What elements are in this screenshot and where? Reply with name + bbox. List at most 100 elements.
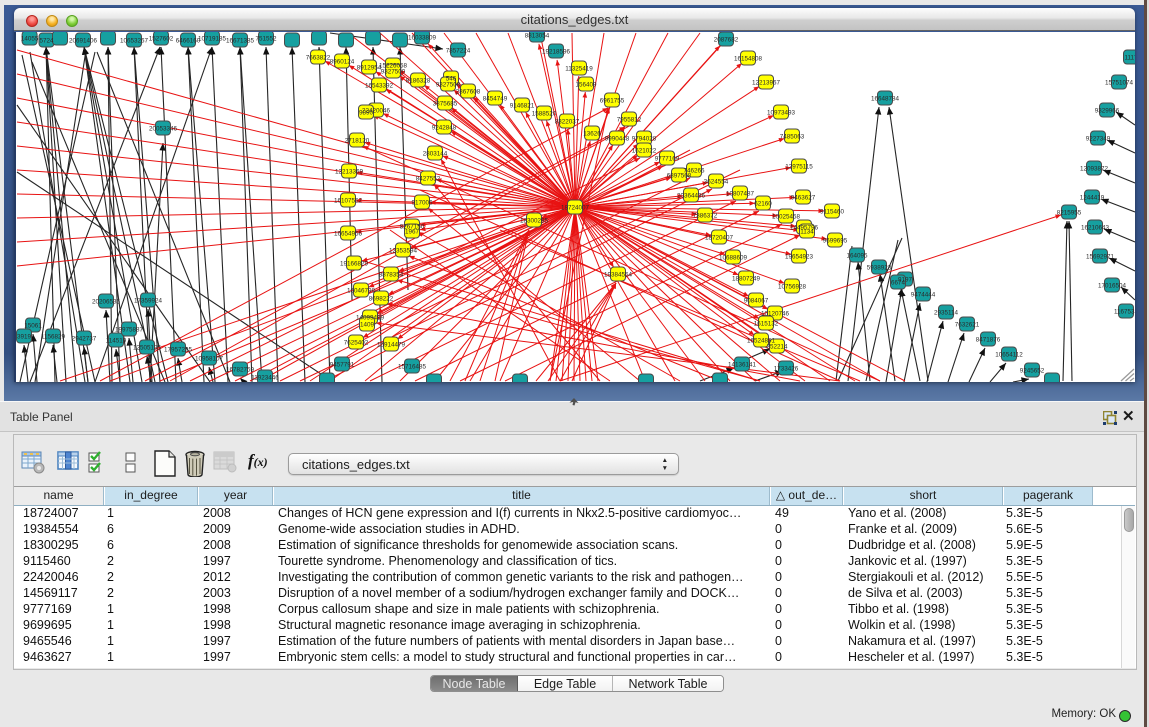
svg-text:10688609: 10688609 [719, 254, 748, 261]
svg-text:6961755: 6961755 [600, 97, 625, 104]
svg-text:7485063: 7485063 [780, 133, 805, 140]
svg-text:10653267: 10653267 [120, 37, 149, 44]
svg-text:15061: 15061 [24, 322, 42, 329]
svg-text:8878354: 8878354 [379, 271, 404, 278]
svg-text:16033809: 16033809 [408, 34, 437, 41]
svg-text:16210643: 16210643 [1081, 224, 1110, 231]
svg-text:18807249: 18807249 [732, 275, 761, 282]
svg-text:8427552: 8427552 [416, 175, 441, 182]
svg-text:1134: 1134 [800, 228, 814, 235]
svg-text:8698222: 8698222 [369, 295, 394, 302]
svg-text:2867608: 2867608 [456, 88, 481, 95]
svg-text:10120746: 10120746 [761, 310, 790, 317]
svg-text:114519: 114519 [106, 337, 127, 344]
svg-text:9474444: 9474444 [911, 291, 936, 298]
svg-text:12353594: 12353594 [389, 247, 418, 254]
svg-text:8322037: 8322037 [555, 118, 580, 125]
svg-text:9146821: 9146821 [510, 102, 535, 109]
svg-text:16654956: 16654956 [334, 230, 363, 237]
svg-text:9084067: 9084067 [744, 297, 769, 304]
svg-text:16782759: 16782759 [226, 366, 255, 373]
svg-text:9327500: 9327500 [381, 68, 406, 75]
svg-text:9890: 9890 [359, 109, 374, 116]
svg-text:15751074: 15751074 [1105, 79, 1134, 86]
svg-text:1615132: 1615132 [754, 320, 779, 327]
svg-text:19218596: 19218596 [542, 48, 571, 55]
svg-text:19166829: 19166829 [340, 260, 369, 267]
svg-text:12213967: 12213967 [752, 79, 781, 86]
svg-text:17359924: 17359924 [134, 297, 163, 304]
svg-text:12505135: 12505135 [133, 344, 162, 351]
svg-text:9794028: 9794028 [632, 135, 657, 142]
svg-text:9327508: 9327508 [436, 81, 461, 88]
svg-text:20691406: 20691406 [69, 37, 98, 44]
svg-text:10654112: 10654112 [995, 351, 1023, 358]
svg-text:12093872: 12093872 [1080, 165, 1109, 172]
svg-text:9699695: 9699695 [823, 237, 848, 244]
svg-text:8960124: 8960124 [330, 58, 355, 65]
svg-text:7955812: 7955812 [617, 116, 642, 123]
svg-text:10719185: 10719185 [198, 35, 227, 42]
svg-text:164095: 164095 [846, 252, 868, 259]
svg-text:1588520: 1588520 [532, 110, 557, 117]
svg-text:1117: 1117 [1124, 54, 1135, 61]
svg-text:20206536: 20206536 [92, 298, 121, 305]
svg-text:9227349: 9227349 [1086, 135, 1111, 142]
svg-text:7625402: 7625402 [344, 339, 369, 346]
svg-text:15692971: 15692971 [1086, 253, 1115, 260]
svg-text:16107552: 16107552 [334, 197, 363, 204]
svg-text:8215955: 8215955 [1057, 209, 1082, 216]
svg-text:1244419: 1244419 [1080, 194, 1105, 201]
svg-text:19654923: 19654923 [785, 253, 814, 260]
svg-text:9245652: 9245652 [1020, 367, 1045, 374]
svg-text:5938923: 5938923 [867, 264, 892, 271]
svg-text:14055: 14055 [21, 35, 39, 42]
svg-text:15716485: 15716485 [398, 363, 427, 370]
svg-text:9242848: 9242848 [432, 124, 457, 131]
svg-text:3624554: 3624554 [704, 178, 729, 185]
svg-text:8186328: 8186328 [406, 77, 431, 84]
svg-text:252214: 252214 [766, 343, 788, 350]
svg-text:9457791: 9457791 [330, 361, 355, 368]
svg-text:917006: 917006 [411, 199, 433, 206]
svg-text:20053346: 20053346 [149, 125, 178, 132]
svg-text:2935114: 2935114 [934, 309, 959, 316]
svg-text:1733426: 1733426 [774, 365, 799, 372]
svg-text:11325419: 11325419 [565, 65, 593, 72]
svg-text:2087682: 2087682 [714, 36, 739, 43]
svg-text:9990448: 9990448 [605, 135, 630, 142]
svg-text:16671385: 16671385 [226, 37, 255, 44]
svg-text:1409: 1409 [360, 321, 375, 328]
svg-text:17016504: 17016504 [1098, 282, 1127, 289]
svg-text:18724007: 18724007 [561, 204, 590, 211]
svg-text:62160: 62160 [754, 200, 772, 207]
svg-text:7663822: 7663822 [306, 54, 331, 61]
svg-text:1621022: 1621022 [632, 147, 657, 154]
svg-text:7857224: 7857224 [446, 47, 471, 54]
svg-text:16543392: 16543392 [365, 82, 394, 89]
svg-text:14099489: 14099489 [356, 314, 385, 321]
svg-text:16046798: 16046798 [347, 287, 376, 294]
svg-text:14136141: 14136141 [728, 361, 757, 368]
svg-text:12213369: 12213369 [335, 168, 364, 175]
svg-text:7632621: 7632621 [955, 321, 980, 328]
svg-text:18720407: 18720407 [705, 234, 734, 241]
svg-text:1167533: 1167533 [1114, 308, 1135, 315]
svg-text:16648784: 16648784 [871, 95, 900, 102]
svg-text:9463627: 9463627 [791, 194, 816, 201]
svg-text:11923446: 11923446 [251, 374, 279, 381]
svg-text:16154808: 16154808 [734, 55, 763, 62]
svg-text:1527602: 1527602 [149, 35, 174, 42]
svg-text:9777169: 9777169 [655, 155, 680, 162]
svg-text:9329966: 9329966 [1095, 107, 1120, 114]
svg-text:5724: 5724 [39, 37, 54, 44]
svg-text:8813054: 8813054 [525, 32, 550, 39]
svg-text:12975115: 12975115 [785, 163, 813, 170]
svg-text:2718120: 2718120 [345, 137, 370, 144]
svg-text:3875685: 3875685 [433, 100, 458, 107]
svg-text:2803144: 2803144 [423, 150, 448, 157]
svg-text:1967: 1967 [405, 228, 420, 235]
svg-text:17957225: 17957225 [164, 346, 193, 353]
svg-text:13626: 13626 [583, 130, 601, 137]
svg-text:751552: 751552 [255, 35, 277, 42]
